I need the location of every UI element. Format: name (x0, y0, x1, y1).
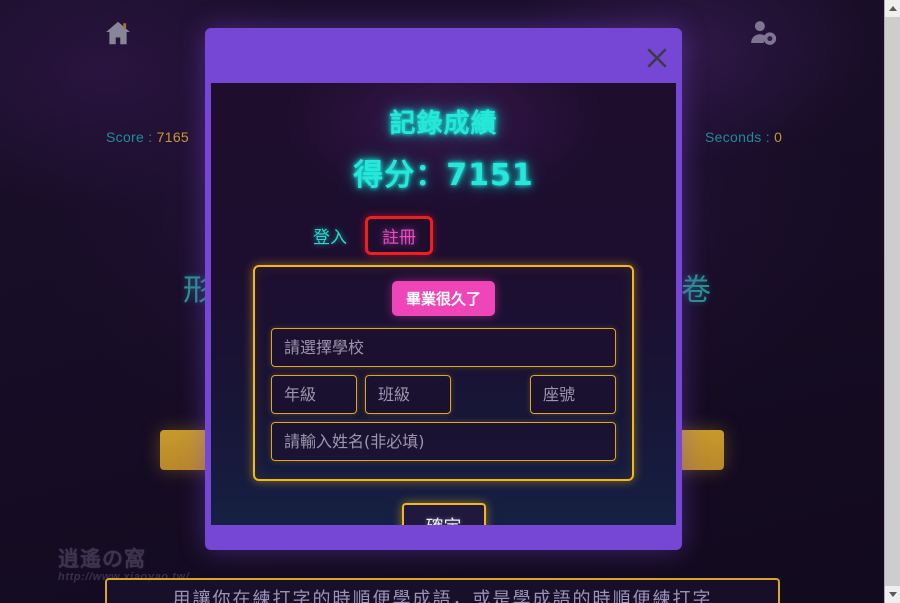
seconds-display: Seconds : 0 (705, 129, 782, 145)
graduated-long-ago-button[interactable]: 畢業很久了 (391, 281, 495, 316)
class-input[interactable] (365, 375, 451, 414)
tab-login[interactable]: 登入 (301, 217, 359, 254)
hint-text: 用讓你在練打字的時順便學成語，或是學成語的時順便練打字 (172, 589, 713, 603)
auth-tabs: 登入 註冊 (301, 216, 676, 255)
watermark-title: 逍遙の窩 (58, 547, 146, 571)
name-input[interactable] (271, 422, 616, 461)
score-display: Score : 7165 (106, 129, 189, 145)
hint-bar: 用讓你在練打字的時順便學成語，或是學成語的時順便練打字 (105, 578, 780, 603)
scroll-up-arrow[interactable] (885, 0, 900, 17)
page-title: 記錄成績 (389, 109, 498, 139)
school-select-input[interactable] (271, 328, 616, 367)
final-score-line: 得分：7151 (353, 158, 534, 193)
close-icon[interactable] (642, 43, 672, 73)
background-character-right: 卷 (681, 273, 711, 308)
grade-input[interactable] (271, 375, 357, 414)
confirm-button[interactable]: 確定 (401, 503, 486, 525)
scroll-down-arrow[interactable] (885, 586, 900, 603)
user-settings-icon[interactable] (748, 18, 778, 48)
seconds-value: 0 (774, 129, 783, 145)
tab-register[interactable]: 註冊 (365, 216, 433, 255)
page-scrollbar[interactable] (884, 0, 900, 603)
score-label: Score : (106, 129, 153, 145)
modal-body: 記錄成績 得分：7151 登入 註冊 畢業很久了 確定 (211, 83, 676, 525)
score-value: 7165 (156, 129, 190, 145)
home-icon[interactable] (103, 18, 133, 48)
record-score-modal: 記錄成績 得分：7151 登入 註冊 畢業很久了 確定 (205, 28, 682, 550)
seconds-label: Seconds : (705, 129, 770, 145)
register-form: 畢業很久了 (253, 265, 634, 481)
scrollbar-track[interactable] (885, 17, 900, 586)
watermark: 逍遙の窩 http://www.xiaoyao.tw/ (58, 543, 189, 583)
class-info-row (271, 375, 616, 422)
seat-number-input[interactable] (530, 375, 616, 414)
